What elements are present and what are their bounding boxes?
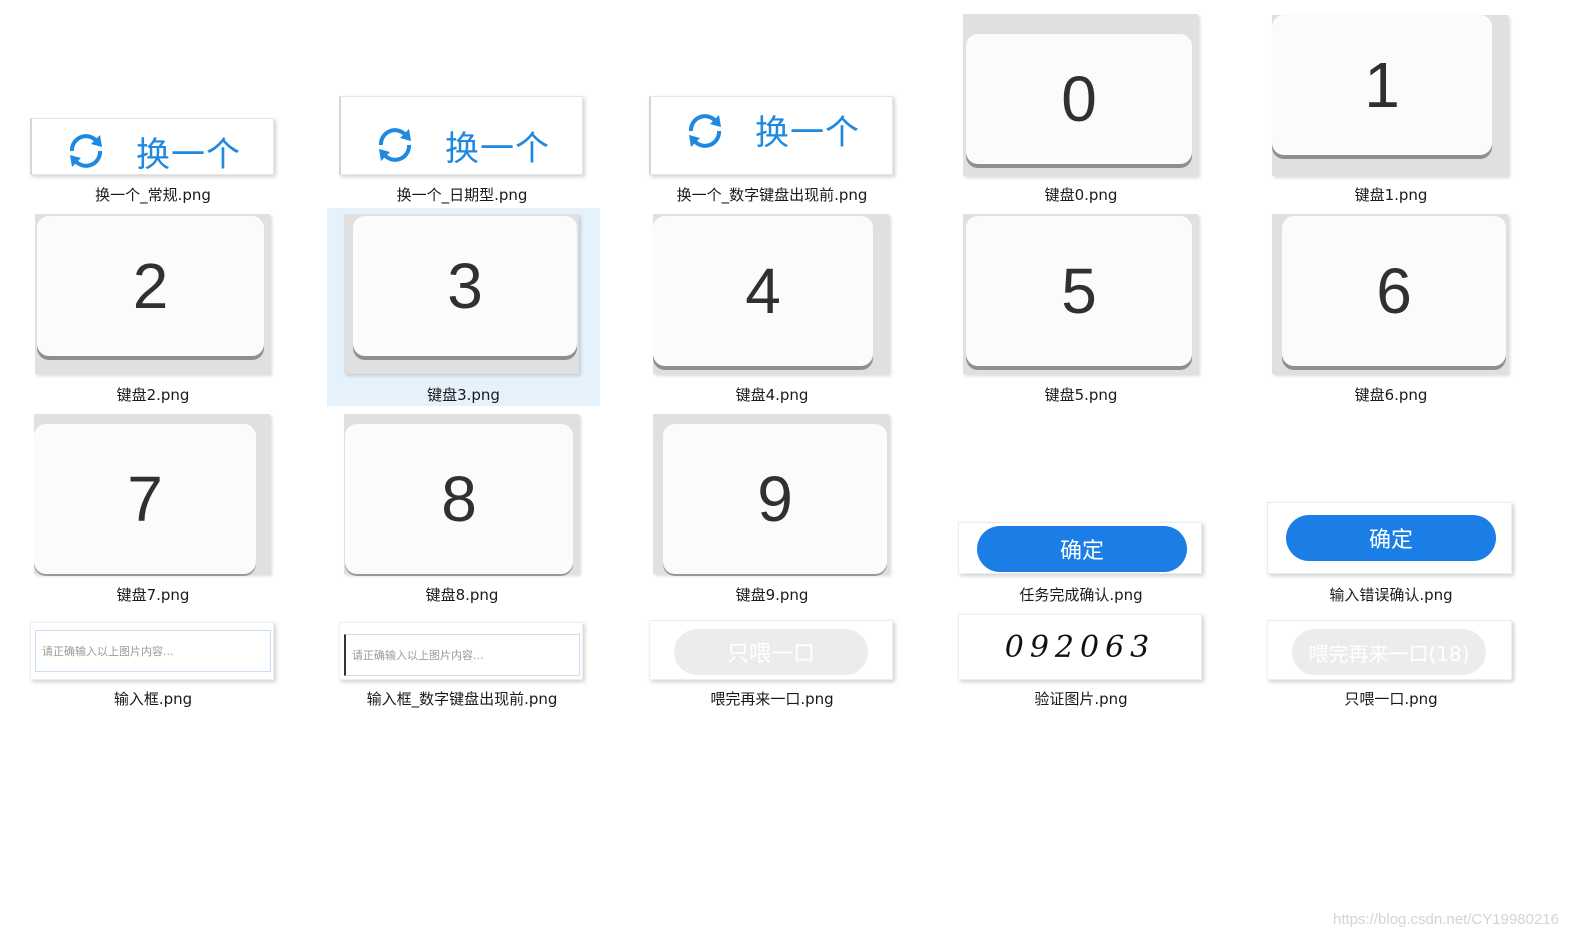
confirm-button-thumbnail: 确定	[1267, 502, 1512, 574]
file-name: 键盘9.png	[735, 586, 809, 604]
key-cap: 6	[1282, 216, 1506, 366]
file-item[interactable]: 7 键盘7.png	[22, 408, 284, 606]
key-cap: 4	[653, 216, 873, 366]
file-name: 键盘4.png	[735, 386, 809, 404]
file-item[interactable]: 换一个 换一个_数字键盘出现前.png	[641, 80, 903, 208]
refresh-label: 换一个	[445, 129, 550, 169]
disabled-pill-button: 只喂一口	[674, 629, 868, 675]
file-name: 换一个_日期型.png	[396, 186, 528, 204]
file-item[interactable]: 请正确输入以上图片内容... 输入框.png	[22, 608, 284, 712]
file-name: 喂完再来一口.png	[710, 690, 834, 708]
file-item[interactable]: 2 键盘2.png	[22, 208, 284, 406]
input-field: 请正确输入以上图片内容...	[344, 634, 580, 676]
file-name: 输入框_数字键盘出现前.png	[366, 690, 558, 708]
disabled-button-thumbnail: 只喂一口	[649, 620, 893, 680]
file-item[interactable]: 确定 任务完成确认.png	[950, 408, 1212, 606]
file-item[interactable]: 喂完再来一口(18) 只喂一口.png	[1260, 608, 1522, 712]
key-thumbnail: 9	[653, 414, 889, 574]
key-cap: 9	[663, 424, 887, 574]
refresh-icon	[689, 114, 721, 148]
file-name: 键盘5.png	[1044, 386, 1118, 404]
key-cap: 2	[37, 216, 264, 356]
file-item[interactable]: 5 键盘5.png	[950, 208, 1212, 406]
file-item[interactable]: 确定 输入错误确认.png	[1260, 408, 1522, 606]
file-item[interactable]: 092063 验证图片.png	[950, 608, 1212, 712]
key-digit: 6	[1376, 255, 1412, 327]
refresh-label: 换一个	[755, 113, 860, 153]
file-name: 任务完成确认.png	[1019, 586, 1143, 604]
file-name: 键盘1.png	[1354, 186, 1428, 204]
input-box-thumbnail: 请正确输入以上图片内容...	[30, 622, 274, 680]
key-thumbnail: 5	[963, 214, 1198, 374]
file-item[interactable]: 0 键盘0.png	[950, 10, 1212, 208]
key-thumbnail: 3	[344, 214, 579, 374]
refresh-icon	[70, 134, 102, 168]
disabled-pill-button: 喂完再来一口(18)	[1292, 629, 1486, 675]
refresh-icon	[379, 128, 411, 162]
input-field: 请正确输入以上图片内容...	[35, 630, 271, 672]
key-digit: 9	[757, 463, 793, 535]
file-item[interactable]: 1 键盘1.png	[1260, 10, 1522, 208]
confirm-button-thumbnail: 确定	[958, 522, 1202, 574]
file-item[interactable]: 只喂一口 喂完再来一口.png	[641, 608, 903, 712]
key-cap: 3	[353, 216, 577, 356]
file-item[interactable]: 4 键盘4.png	[641, 208, 903, 406]
key-thumbnail: 1	[1272, 15, 1508, 176]
input-box-thumbnail: 请正确输入以上图片内容...	[339, 622, 583, 680]
file-item[interactable]: 换一个 换一个_常规.png	[22, 100, 284, 208]
key-digit: 5	[1061, 255, 1097, 327]
file-item[interactable]: 换一个 换一个_日期型.png	[331, 80, 593, 208]
key-digit: 1	[1364, 49, 1400, 121]
key-digit: 3	[447, 250, 483, 322]
file-item[interactable]: 请正确输入以上图片内容... 输入框_数字键盘出现前.png	[331, 608, 593, 712]
key-thumbnail: 8	[344, 414, 579, 574]
key-cap: 8	[345, 424, 573, 574]
confirm-button: 确定	[1286, 515, 1496, 561]
file-name: 输入框.png	[113, 690, 193, 708]
file-name: 键盘8.png	[425, 586, 499, 604]
confirm-button: 确定	[977, 526, 1187, 572]
captcha-thumbnail: 092063	[958, 614, 1202, 680]
disabled-button-thumbnail: 喂完再来一口(18)	[1267, 620, 1512, 680]
key-digit: 2	[132, 250, 169, 322]
file-name: 换一个_常规.png	[95, 186, 211, 204]
file-item[interactable]: 9 键盘9.png	[641, 408, 903, 606]
file-name: 输入错误确认.png	[1329, 586, 1453, 604]
key-thumbnail: 7	[34, 414, 270, 574]
file-item-selected[interactable]: 3 键盘3.png	[327, 208, 600, 406]
file-name: 键盘0.png	[1044, 186, 1118, 204]
file-name: 键盘2.png	[116, 386, 190, 404]
key-cap: 5	[966, 216, 1192, 366]
file-name: 键盘6.png	[1354, 386, 1428, 404]
refresh-button-thumbnail: 换一个	[30, 118, 274, 175]
file-name: 验证图片.png	[1034, 690, 1128, 708]
file-name: 键盘7.png	[116, 586, 190, 604]
key-thumbnail: 6	[1272, 214, 1508, 374]
key-digit: 7	[127, 463, 163, 535]
file-item[interactable]: 6 键盘6.png	[1260, 208, 1522, 406]
key-thumbnail: 0	[963, 14, 1198, 176]
key-cap: 0	[966, 34, 1192, 164]
file-name: 只喂一口.png	[1344, 690, 1438, 708]
file-name: 换一个_数字键盘出现前.png	[676, 186, 868, 204]
refresh-button-thumbnail: 换一个	[649, 96, 893, 175]
key-thumbnail: 2	[35, 214, 270, 374]
key-cap: 1	[1272, 15, 1492, 155]
key-digit: 0	[1061, 63, 1097, 135]
watermark: https://blog.csdn.net/CY19980216	[1333, 911, 1559, 928]
key-cap: 7	[34, 424, 256, 574]
key-digit: 8	[441, 463, 477, 535]
refresh-button-thumbnail: 换一个	[339, 96, 583, 175]
file-item[interactable]: 8 键盘8.png	[331, 408, 593, 606]
file-name: 键盘3.png	[427, 386, 500, 404]
key-thumbnail: 4	[653, 214, 889, 374]
refresh-label: 换一个	[136, 135, 241, 175]
key-digit: 4	[745, 255, 781, 327]
captcha-code: 092063	[1004, 629, 1156, 665]
